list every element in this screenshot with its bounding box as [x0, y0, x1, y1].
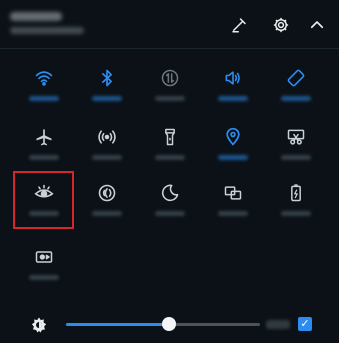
- auto-brightness-label-blurred: [266, 320, 290, 329]
- tile-location[interactable]: [202, 115, 264, 177]
- tile-label-blurred: [29, 96, 59, 101]
- brightness-slider-fill: [66, 323, 169, 326]
- chevron-up-icon[interactable]: [308, 16, 326, 34]
- multi-screen-icon: [223, 183, 243, 203]
- tile-multi-screen[interactable]: [202, 171, 264, 233]
- header-divider: [0, 48, 339, 49]
- tile-nfc[interactable]: [76, 171, 138, 233]
- settings-gear-icon[interactable]: [272, 16, 290, 34]
- screenshot-icon: [286, 127, 306, 147]
- tile-auto-rotate[interactable]: [265, 56, 327, 118]
- hotspot-icon: [97, 127, 117, 147]
- tile-screen-recorder[interactable]: [13, 235, 75, 297]
- tile-label-blurred: [281, 211, 311, 216]
- auto-rotate-icon: [286, 68, 306, 88]
- moon-icon: [160, 183, 180, 203]
- tile-label-blurred: [281, 155, 311, 160]
- tile-label-blurred: [218, 96, 248, 101]
- tile-label-blurred: [218, 155, 248, 160]
- tile-power-saving[interactable]: [265, 171, 327, 233]
- bluetooth-icon: [97, 68, 117, 88]
- tile-label-blurred: [92, 211, 122, 216]
- battery-icon: [286, 183, 306, 203]
- highlight-box: [13, 171, 74, 229]
- location-pin-icon: [223, 127, 243, 147]
- tile-label-blurred: [29, 275, 59, 280]
- tile-label-blurred: [281, 96, 311, 101]
- screen-recorder-icon: [34, 247, 54, 267]
- tile-screenshot[interactable]: [265, 115, 327, 177]
- tile-do-not-disturb[interactable]: [139, 171, 201, 233]
- brightness-slider-thumb[interactable]: [162, 317, 176, 331]
- mobile-data-icon: [160, 68, 180, 88]
- brightness-icon: [30, 316, 48, 334]
- tile-label-blurred: [92, 96, 122, 101]
- tile-label-blurred: [218, 211, 248, 216]
- tile-wifi[interactable]: [13, 56, 75, 118]
- sound-icon: [223, 68, 243, 88]
- tile-label-blurred: [155, 155, 185, 160]
- tile-mobile-data[interactable]: [139, 56, 201, 118]
- tile-airplane-mode[interactable]: [13, 115, 75, 177]
- tile-flashlight[interactable]: [139, 115, 201, 177]
- date-time-blurred: [10, 12, 62, 21]
- tile-label-blurred: [29, 155, 59, 160]
- tile-sound[interactable]: [202, 56, 264, 118]
- tile-hotspot[interactable]: [76, 115, 138, 177]
- auto-brightness-checkbox[interactable]: ✓: [298, 317, 312, 331]
- edit-icon[interactable]: [230, 16, 248, 34]
- wifi-icon: [34, 68, 54, 88]
- panel-header: [0, 0, 339, 48]
- carrier-blurred: [10, 27, 84, 34]
- airplane-icon: [34, 127, 54, 147]
- tile-bluetooth[interactable]: [76, 56, 138, 118]
- tile-label-blurred: [155, 211, 185, 216]
- flashlight-icon: [160, 127, 180, 147]
- nfc-icon: [97, 183, 117, 203]
- tile-label-blurred: [155, 96, 185, 101]
- tile-label-blurred: [92, 155, 122, 160]
